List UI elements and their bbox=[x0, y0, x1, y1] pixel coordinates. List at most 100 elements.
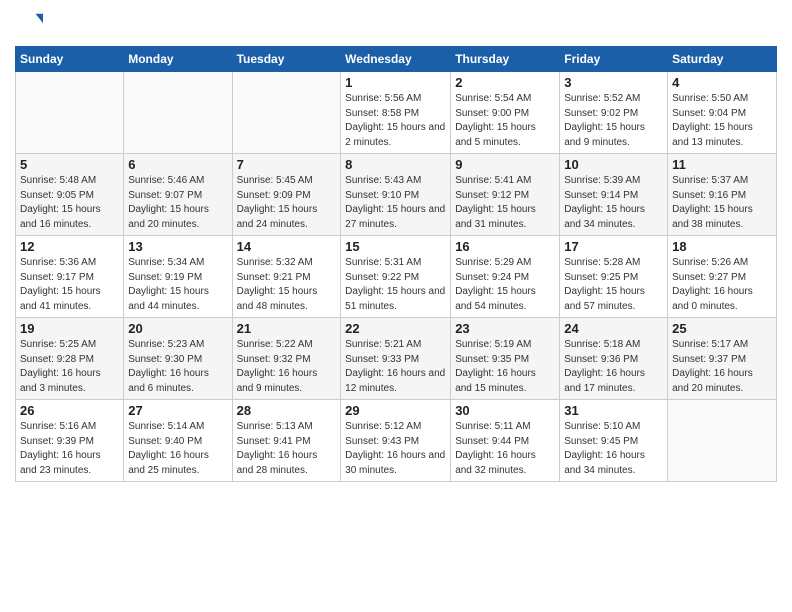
day-number: 6 bbox=[128, 157, 227, 172]
day-info: Sunrise: 5:25 AM Sunset: 9:28 PM Dayligh… bbox=[20, 338, 119, 396]
calendar-cell: 8Sunrise: 5:43 AM Sunset: 9:10 PM Daylig… bbox=[341, 154, 451, 236]
calendar-cell: 21 Sunrise: 5:22 AM Sunset: 9:32 PM Dayli… bbox=[232, 318, 341, 400]
calendar-cell: 22Sunrise: 5:21 AM Sunset: 9:33 PM Dayli… bbox=[341, 318, 451, 400]
calendar-cell bbox=[124, 72, 232, 154]
day-header-tuesday: Tuesday bbox=[232, 47, 341, 72]
day-info: Sunrise: 5:17 AM Sunset: 9:37 PM Dayligh… bbox=[672, 338, 772, 396]
day-info: Sunrise: 5:39 AM Sunset: 9:14 PM Dayligh… bbox=[564, 174, 663, 232]
day-number: 27 bbox=[128, 403, 227, 418]
day-info: Sunrise: 5:34 AM Sunset: 9:19 PM Dayligh… bbox=[128, 256, 227, 314]
calendar-cell: 26 Sunrise: 5:16 AM Sunset: 9:39 PM Dayli… bbox=[16, 400, 124, 482]
calendar-cell: 24 Sunrise: 5:18 AM Sunset: 9:36 PM Dayli… bbox=[560, 318, 668, 400]
day-number: 7 bbox=[237, 157, 337, 172]
day-number: 11 bbox=[672, 157, 772, 172]
logo bbox=[15, 10, 47, 38]
day-info: Sunrise: 5:22 AM Sunset: 9:32 PM Dayligh… bbox=[237, 338, 337, 396]
day-info: Sunrise: 5:23 AM Sunset: 9:30 PM Dayligh… bbox=[128, 338, 227, 396]
calendar-cell: 1Sunrise: 5:56 AM Sunset: 8:58 PM Daylig… bbox=[341, 72, 451, 154]
calendar-cell: 11 Sunrise: 5:37 AM Sunset: 9:16 PM Dayli… bbox=[668, 154, 777, 236]
header bbox=[15, 10, 777, 38]
calendar-cell: 30 Sunrise: 5:11 AM Sunset: 9:44 PM Dayli… bbox=[451, 400, 560, 482]
calendar-cell: 28 Sunrise: 5:13 AM Sunset: 9:41 PM Dayli… bbox=[232, 400, 341, 482]
day-info: Sunrise: 5:36 AM Sunset: 9:17 PM Dayligh… bbox=[20, 256, 119, 314]
day-info: Sunrise: 5:46 AM Sunset: 9:07 PM Dayligh… bbox=[128, 174, 227, 232]
calendar-cell bbox=[232, 72, 341, 154]
day-number: 20 bbox=[128, 321, 227, 336]
calendar-cell: 14 Sunrise: 5:32 AM Sunset: 9:21 PM Dayli… bbox=[232, 236, 341, 318]
calendar-cell: 15 Sunrise: 5:31 AM Sunset: 9:22 PM Dayli… bbox=[341, 236, 451, 318]
calendar-cell: 16 Sunrise: 5:29 AM Sunset: 9:24 PM Dayli… bbox=[451, 236, 560, 318]
day-number: 2 bbox=[455, 75, 555, 90]
day-info: Sunrise: 5:14 AM Sunset: 9:40 PM Dayligh… bbox=[128, 420, 227, 478]
day-info: Sunrise: 5:12 AM Sunset: 9:43 PM Dayligh… bbox=[345, 420, 446, 478]
day-number: 26 bbox=[20, 403, 119, 418]
day-info: Sunrise: 5:45 AM Sunset: 9:09 PM Dayligh… bbox=[237, 174, 337, 232]
day-info: Sunrise: 5:18 AM Sunset: 9:36 PM Dayligh… bbox=[564, 338, 663, 396]
day-number: 21 bbox=[237, 321, 337, 336]
day-info: Sunrise: 5:19 AM Sunset: 9:35 PM Dayligh… bbox=[455, 338, 555, 396]
calendar-cell: 29 Sunrise: 5:12 AM Sunset: 9:43 PM Dayli… bbox=[341, 400, 451, 482]
day-info: Sunrise: 5:56 AM Sunset: 8:58 PM Dayligh… bbox=[345, 92, 446, 150]
day-number: 16 bbox=[455, 239, 555, 254]
general-blue-icon bbox=[15, 10, 43, 38]
day-number: 30 bbox=[455, 403, 555, 418]
day-number: 31 bbox=[564, 403, 663, 418]
day-number: 19 bbox=[20, 321, 119, 336]
day-info: Sunrise: 5:16 AM Sunset: 9:39 PM Dayligh… bbox=[20, 420, 119, 478]
calendar-cell: 20 Sunrise: 5:23 AM Sunset: 9:30 PM Dayli… bbox=[124, 318, 232, 400]
day-info: Sunrise: 5:29 AM Sunset: 9:24 PM Dayligh… bbox=[455, 256, 555, 314]
calendar-cell: 18Sunrise: 5:26 AM Sunset: 9:27 PM Dayli… bbox=[668, 236, 777, 318]
day-number: 14 bbox=[237, 239, 337, 254]
day-number: 29 bbox=[345, 403, 446, 418]
day-header-wednesday: Wednesday bbox=[341, 47, 451, 72]
day-header-saturday: Saturday bbox=[668, 47, 777, 72]
calendar-cell: 19 Sunrise: 5:25 AM Sunset: 9:28 PM Dayli… bbox=[16, 318, 124, 400]
calendar-cell bbox=[668, 400, 777, 482]
day-header-monday: Monday bbox=[124, 47, 232, 72]
day-info: Sunrise: 5:31 AM Sunset: 9:22 PM Dayligh… bbox=[345, 256, 446, 314]
day-number: 15 bbox=[345, 239, 446, 254]
day-number: 22 bbox=[345, 321, 446, 336]
day-header-sunday: Sunday bbox=[16, 47, 124, 72]
day-number: 12 bbox=[20, 239, 119, 254]
week-row-3: 12 Sunrise: 5:36 AM Sunset: 9:17 PM Dayli… bbox=[16, 236, 777, 318]
week-row-2: 5 Sunrise: 5:48 AM Sunset: 9:05 PM Daylig… bbox=[16, 154, 777, 236]
calendar-cell: 10 Sunrise: 5:39 AM Sunset: 9:14 PM Dayli… bbox=[560, 154, 668, 236]
day-number: 23 bbox=[455, 321, 555, 336]
day-info: Sunrise: 5:50 AM Sunset: 9:04 PM Dayligh… bbox=[672, 92, 772, 150]
day-info: Sunrise: 5:32 AM Sunset: 9:21 PM Dayligh… bbox=[237, 256, 337, 314]
day-info: Sunrise: 5:11 AM Sunset: 9:44 PM Dayligh… bbox=[455, 420, 555, 478]
day-number: 17 bbox=[564, 239, 663, 254]
calendar-cell: 17Sunrise: 5:28 AM Sunset: 9:25 PM Dayli… bbox=[560, 236, 668, 318]
day-header-friday: Friday bbox=[560, 47, 668, 72]
calendar-header-row: SundayMondayTuesdayWednesdayThursdayFrid… bbox=[16, 47, 777, 72]
day-info: Sunrise: 5:37 AM Sunset: 9:16 PM Dayligh… bbox=[672, 174, 772, 232]
calendar-cell: 12 Sunrise: 5:36 AM Sunset: 9:17 PM Dayli… bbox=[16, 236, 124, 318]
day-number: 13 bbox=[128, 239, 227, 254]
calendar-cell: 4 Sunrise: 5:50 AM Sunset: 9:04 PM Daylig… bbox=[668, 72, 777, 154]
calendar-cell: 31 Sunrise: 5:10 AM Sunset: 9:45 PM Dayli… bbox=[560, 400, 668, 482]
day-number: 10 bbox=[564, 157, 663, 172]
day-info: Sunrise: 5:13 AM Sunset: 9:41 PM Dayligh… bbox=[237, 420, 337, 478]
calendar-cell: 27 Sunrise: 5:14 AM Sunset: 9:40 PM Dayli… bbox=[124, 400, 232, 482]
day-info: Sunrise: 5:54 AM Sunset: 9:00 PM Dayligh… bbox=[455, 92, 555, 150]
day-number: 24 bbox=[564, 321, 663, 336]
day-info: Sunrise: 5:10 AM Sunset: 9:45 PM Dayligh… bbox=[564, 420, 663, 478]
calendar-cell: 3Sunrise: 5:52 AM Sunset: 9:02 PM Daylig… bbox=[560, 72, 668, 154]
day-number: 28 bbox=[237, 403, 337, 418]
day-number: 3 bbox=[564, 75, 663, 90]
day-info: Sunrise: 5:43 AM Sunset: 9:10 PM Dayligh… bbox=[345, 174, 446, 232]
day-header-thursday: Thursday bbox=[451, 47, 560, 72]
day-info: Sunrise: 5:41 AM Sunset: 9:12 PM Dayligh… bbox=[455, 174, 555, 232]
day-number: 4 bbox=[672, 75, 772, 90]
calendar-cell: 2 Sunrise: 5:54 AM Sunset: 9:00 PM Daylig… bbox=[451, 72, 560, 154]
calendar-cell: 9 Sunrise: 5:41 AM Sunset: 9:12 PM Daylig… bbox=[451, 154, 560, 236]
calendar-cell: 5 Sunrise: 5:48 AM Sunset: 9:05 PM Daylig… bbox=[16, 154, 124, 236]
day-number: 9 bbox=[455, 157, 555, 172]
calendar-cell: 13 Sunrise: 5:34 AM Sunset: 9:19 PM Dayli… bbox=[124, 236, 232, 318]
calendar-cell: 25Sunrise: 5:17 AM Sunset: 9:37 PM Dayli… bbox=[668, 318, 777, 400]
day-number: 5 bbox=[20, 157, 119, 172]
week-row-5: 26 Sunrise: 5:16 AM Sunset: 9:39 PM Dayli… bbox=[16, 400, 777, 482]
day-info: Sunrise: 5:26 AM Sunset: 9:27 PM Dayligh… bbox=[672, 256, 772, 314]
day-info: Sunrise: 5:48 AM Sunset: 9:05 PM Dayligh… bbox=[20, 174, 119, 232]
